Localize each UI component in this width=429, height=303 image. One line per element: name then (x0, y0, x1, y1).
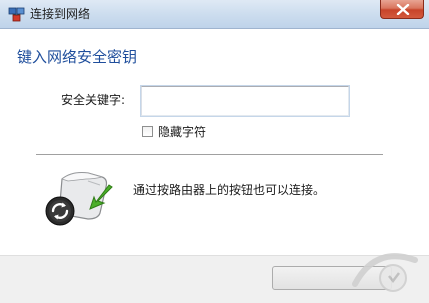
hide-characters-checkbox[interactable] (142, 126, 153, 137)
close-icon (396, 4, 410, 15)
page-heading: 键入网络安全密钥 (17, 48, 138, 66)
security-key-label: 安全关键字: (61, 93, 126, 107)
divider (36, 154, 383, 155)
window-title: 连接到网络 (30, 7, 91, 21)
network-icon (8, 7, 25, 22)
security-key-input[interactable] (140, 85, 350, 117)
hide-characters-label[interactable]: 隐藏字符 (158, 124, 206, 140)
close-button[interactable] (380, 0, 424, 19)
watermark-logo (352, 253, 418, 292)
title-bar[interactable]: 连接到网络 (0, 0, 429, 29)
wps-instructions: 通过按路由器上的按钮也可以连接。 (133, 183, 326, 197)
router-wps-icon (45, 172, 113, 226)
connect-to-network-dialog: 连接到网络 键入网络安全密钥 安全关键字: 隐藏字符 通过按路由器上的按钮也可以… (0, 0, 429, 303)
